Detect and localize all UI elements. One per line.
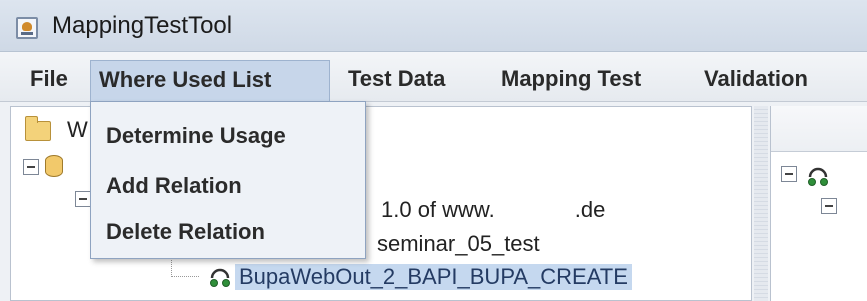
menu-bar: File Where Used List Test Data Mapping T… [0, 52, 867, 102]
menu-test-data[interactable]: Test Data [340, 62, 453, 96]
menu-item-delete-relation[interactable]: Delete Relation [91, 210, 365, 254]
tree-node-version-suffix: .de [574, 197, 606, 222]
where-used-dropdown: Determine Usage Add Relation Delete Rela… [90, 101, 366, 259]
right-pane-header [771, 106, 867, 152]
right-tree-collapse-toggle[interactable] [781, 166, 797, 182]
window-title: MappingTestTool [52, 12, 233, 39]
menu-mapping-test[interactable]: Mapping Test [493, 62, 649, 96]
tree-node-version-prefix: 1.0 of www. [381, 197, 495, 222]
folder-open-icon [25, 116, 51, 141]
headset-icon-right [808, 167, 828, 186]
tree-node-version[interactable]: 1.0 of www. .de [381, 197, 605, 223]
tree-collapse-toggle[interactable] [23, 159, 39, 175]
tree-node-namespace[interactable]: seminar_05_test [377, 231, 540, 257]
menu-validation[interactable]: Validation [696, 62, 816, 96]
menu-item-add-relation[interactable]: Add Relation [91, 164, 365, 208]
menu-item-determine-usage[interactable]: Determine Usage [91, 114, 365, 158]
tree-node-selected[interactable]: BupaWebOut_2_BAPI_BUPA_CREATE [235, 264, 632, 290]
headset-icon [210, 268, 230, 287]
tree-pane-right[interactable] [770, 106, 867, 301]
tree-root-label[interactable]: W [67, 117, 88, 143]
menu-where-used-list[interactable]: Where Used List [90, 60, 330, 102]
database-icon [45, 155, 63, 177]
pane-splitter[interactable] [754, 106, 768, 301]
app-window: MappingTestTool File Where Used List Tes… [0, 0, 867, 301]
title-bar[interactable]: MappingTestTool [0, 0, 867, 52]
menu-file[interactable]: File [22, 62, 76, 96]
right-tree-collapse-toggle-2[interactable] [821, 198, 837, 214]
java-app-icon [16, 17, 38, 39]
tree-collapse-toggle-2[interactable] [75, 191, 91, 207]
